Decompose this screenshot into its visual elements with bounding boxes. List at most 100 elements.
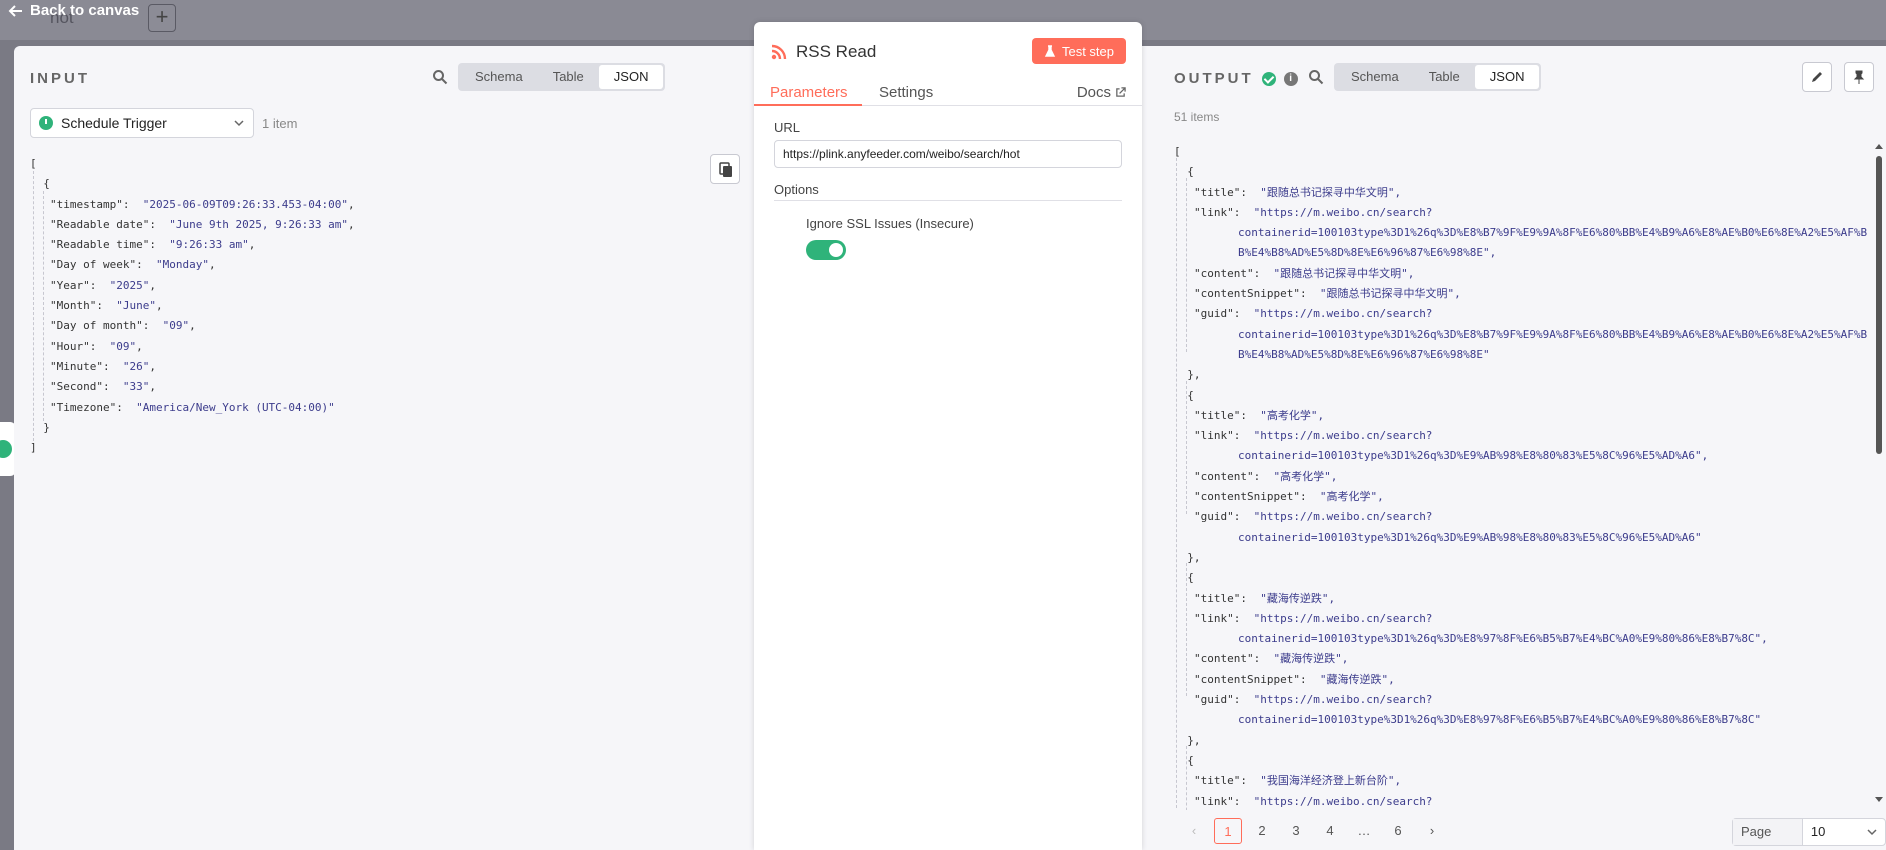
prev-page-button[interactable]: ‹ [1180,818,1208,844]
search-icon[interactable] [432,69,448,85]
url-input[interactable]: https://plink.anyfeeder.com/weibo/search… [774,140,1122,168]
input-item-count: 1 item [262,116,298,131]
json-value: "26" [122,359,150,373]
page-size-value[interactable]: 10 [1803,819,1885,845]
output-view-schema[interactable]: Schema [1336,65,1414,89]
arrow-left-icon [8,4,22,17]
json-line: "title": "跟随总书记探寻中华文明", [1194,185,1402,199]
json-key: "title" [1194,185,1241,199]
json-key: "content" [1194,652,1254,666]
json-line: containerid=100103type%3D1%26q%3D%E8%97%… [1238,713,1762,727]
json-line: { [1174,753,1194,767]
json-value: "America/New_York (UTC-04:00)" [136,400,335,414]
json-line: containerid=100103type%3D1%26q%3D%E8%B7%… [1238,226,1868,240]
scrollbar-thumb[interactable] [1876,156,1882,454]
tab-settings[interactable]: Settings [879,84,933,101]
json-key: "title" [1194,774,1241,788]
json-key: "content" [1194,266,1254,280]
copy-icon [719,162,732,177]
copy-button[interactable] [710,154,740,184]
json-value: "June" [116,299,156,313]
json-key: "contentSnippet" [1194,287,1300,301]
json-line: "link": "https://m.weibo.cn/search? [1194,794,1433,808]
json-key: "link" [1194,794,1234,808]
node-title-text[interactable]: RSS Read [796,42,876,62]
json-line: "title": "藏海传逆跌", [1194,591,1336,605]
test-step-button[interactable]: Test step [1031,38,1126,64]
back-to-canvas-link[interactable]: Back to canvas [8,2,139,19]
json-line: }, [1174,368,1201,382]
page-button[interactable]: 1 [1214,818,1242,844]
json-line: "Timezone": "America/New_York (UTC-04:00… [50,400,335,414]
json-line: "Readable date": "June 9th 2025, 9:26:33… [50,217,355,231]
json-value: "藏海传逆跌", [1319,672,1395,686]
input-node-select[interactable]: Schedule Trigger [30,108,254,138]
next-page-button[interactable]: › [1418,818,1446,844]
tab-parameters[interactable]: Parameters [770,84,848,101]
json-line: "link": "https://m.weibo.cn/search? [1194,205,1433,219]
input-view-json[interactable]: JSON [598,65,664,89]
pin-icon [1853,70,1865,84]
json-value: "https://m.weibo.cn/search? [1253,794,1433,808]
add-tab-button[interactable]: + [148,4,176,32]
json-value: "跟随总书记探寻中华文明", [1273,266,1415,280]
output-view-table[interactable]: Table [1414,65,1475,89]
page-size-select[interactable]: Page Size 10 [1732,818,1886,846]
json-value: "https://m.weibo.cn/search? [1253,611,1433,625]
input-view-table[interactable]: Table [538,65,599,89]
json-key: "title" [1194,591,1241,605]
json-key: "Month" [50,299,97,313]
json-key: "Timezone" [50,400,117,414]
scroll-down-icon[interactable] [1875,797,1883,802]
json-value: "https://m.weibo.cn/search? [1253,307,1433,321]
page-size-value-text: 10 [1810,824,1826,839]
page-button[interactable]: 4 [1316,818,1344,844]
clock-icon [39,116,53,130]
input-view-schema[interactable]: Schema [460,65,538,89]
json-key: "content" [1194,469,1254,483]
json-key: "guid" [1194,510,1234,524]
test-step-label: Test step [1061,43,1114,59]
node-tabs: Parameters Settings Docs [754,80,1142,106]
rss-icon [771,44,787,60]
pagination: ‹ 1 2 3 4 … 6 › [1180,818,1446,844]
search-icon[interactable] [1308,69,1324,85]
json-value: "June 9th 2025, 9:26:33 am" [169,217,349,231]
page-button[interactable]: 6 [1384,818,1412,844]
ignore-ssl-toggle[interactable] [806,240,846,260]
output-view-json[interactable]: JSON [1474,65,1540,89]
json-value: "藏海传逆跌", [1273,652,1349,666]
json-line: containerid=100103type%3D1%26q%3D%E8%97%… [1238,632,1768,646]
json-line: { [1174,165,1194,179]
json-line: containerid=100103type%3D1%26q%3D%E9%AB%… [1238,449,1709,463]
json-line: }, [1174,733,1201,747]
json-line: { [1174,571,1194,585]
json-line: } [30,420,50,434]
edit-output-button[interactable] [1802,62,1832,92]
json-value: "9:26:33 am" [169,238,249,252]
json-line: ] [30,441,37,455]
json-key: "title" [1194,408,1241,422]
page-button[interactable]: 3 [1282,818,1310,844]
scroll-up-icon[interactable] [1875,144,1883,149]
url-label: URL [774,120,801,135]
info-icon[interactable]: i [1283,71,1298,86]
output-scrollbar[interactable] [1874,144,1884,802]
json-key: "link" [1194,205,1234,219]
page-button[interactable]: 2 [1248,818,1276,844]
json-value: "跟随总书记探寻中华文明", [1319,287,1461,301]
json-value: "高考化学", [1319,490,1384,504]
page-ellipsis[interactable]: … [1350,818,1378,844]
pin-data-button[interactable] [1844,62,1874,92]
json-value: "https://m.weibo.cn/search? [1253,693,1433,707]
json-key: "link" [1194,611,1234,625]
input-json-view: [ {"timestamp": "2025-06-09T09:26:33.453… [30,154,355,458]
json-value: "Monday" [155,258,209,272]
docs-link[interactable]: Docs [1077,84,1126,101]
output-label: OUTPUT [1174,70,1254,87]
json-line: { [30,177,50,191]
json-value: "https://m.weibo.cn/search? [1253,510,1433,524]
json-line: [ [30,157,37,170]
json-key: "Readable date" [50,217,150,231]
json-line: "contentSnippet": "跟随总书记探寻中华文明", [1194,287,1461,301]
